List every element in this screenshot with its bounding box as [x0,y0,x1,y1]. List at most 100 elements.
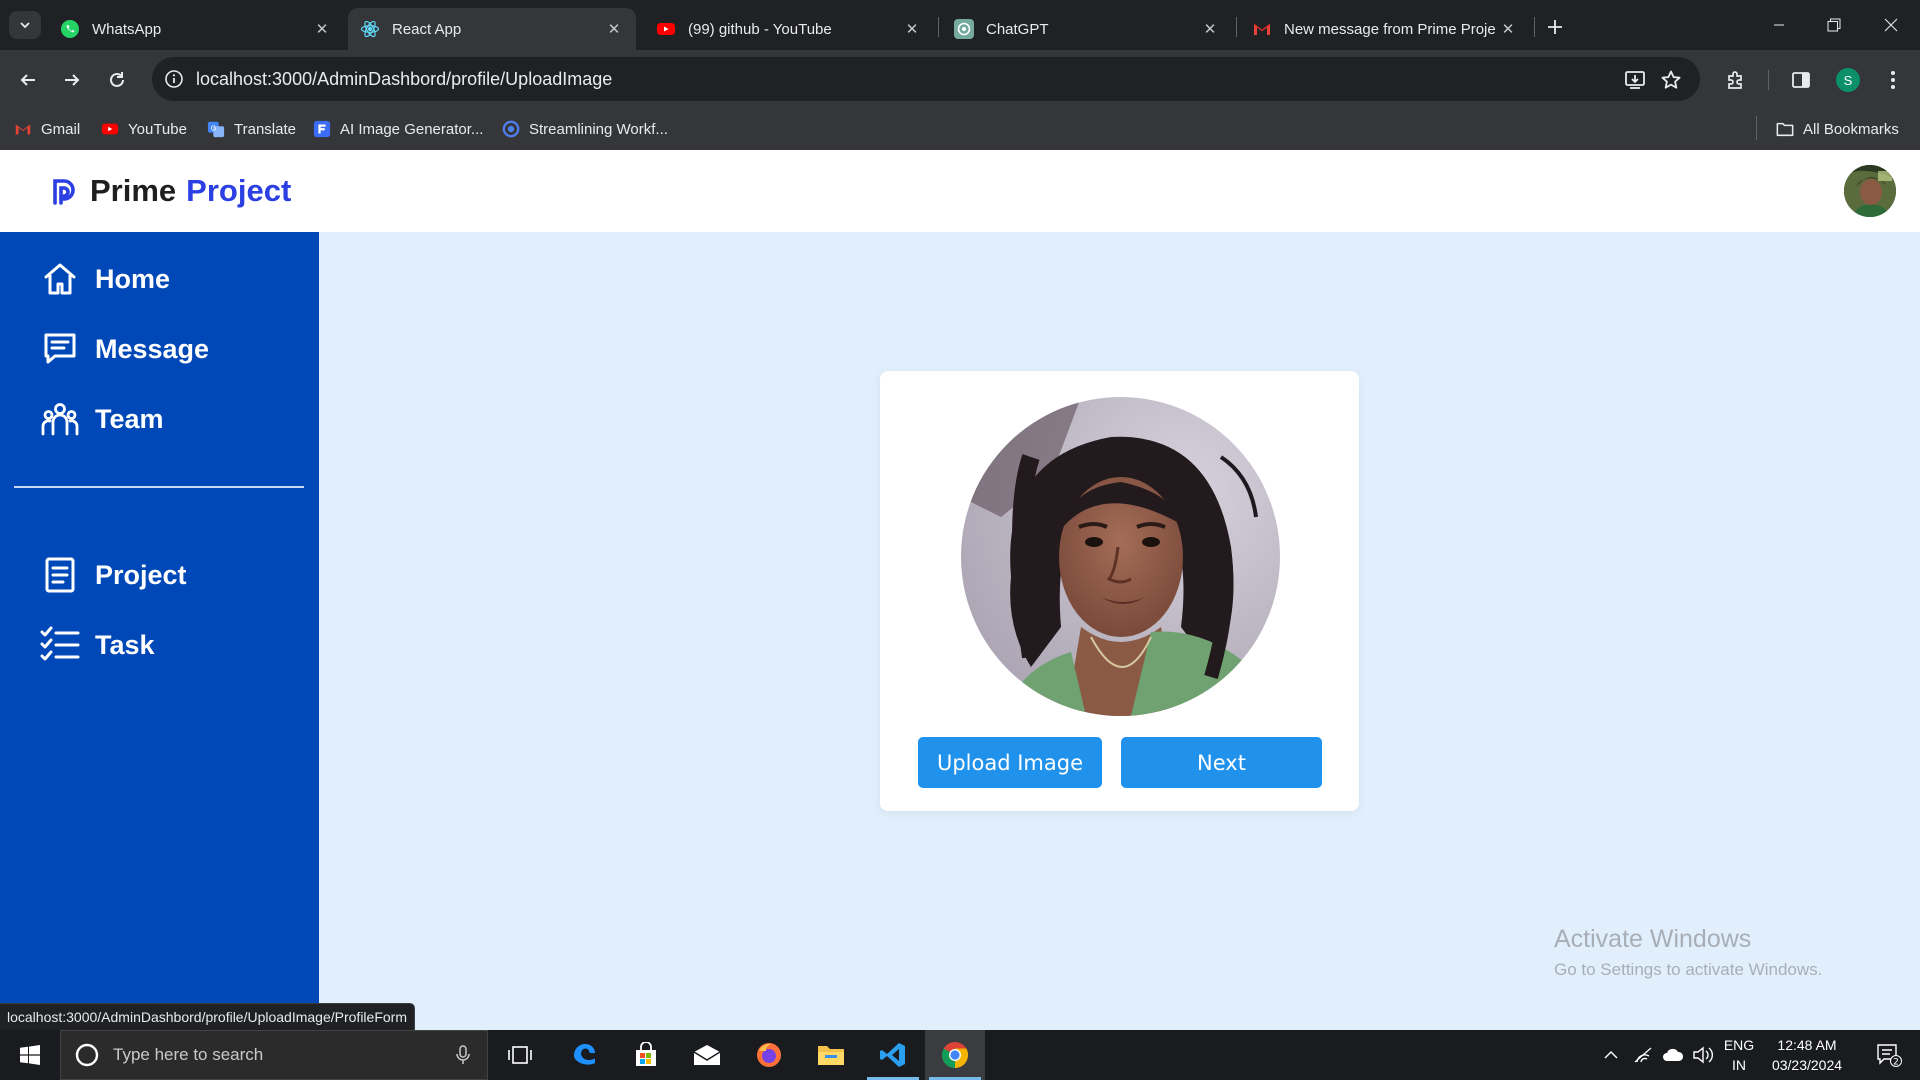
tab-search-button[interactable] [9,11,41,39]
sidebar-item-label: Home [95,263,171,294]
back-button[interactable] [13,65,43,95]
menu-button[interactable] [1879,66,1907,94]
address-bar[interactable]: localhost:3000/AdminDashbord/profile/Upl… [152,57,1700,101]
reload-button[interactable] [102,65,132,95]
close-icon[interactable]: ✕ [604,19,624,39]
forward-button[interactable] [57,65,87,95]
taskbar-mail[interactable] [677,1030,737,1080]
extensions-button[interactable] [1722,66,1750,94]
bookmark-ai-image-generator[interactable]: AI Image Generator... [313,118,483,140]
search-placeholder: Type here to search [113,1045,264,1064]
taskbar-chrome[interactable] [925,1030,985,1080]
user-avatar[interactable] [1844,165,1896,217]
browser-toolbar: localhost:3000/AdminDashbord/profile/Upl… [0,50,1920,108]
youtube-icon [101,120,119,138]
restore-button[interactable] [1805,0,1863,50]
chevron-down-icon [20,22,30,29]
tab-youtube[interactable]: (99) github - YouTube ✕ [644,8,934,50]
gmail-icon [1252,19,1272,39]
install-app-icon[interactable] [1622,67,1648,93]
streamlining-icon [502,120,520,138]
all-bookmarks-button[interactable]: All Bookmarks [1776,118,1899,140]
start-button[interactable] [0,1030,60,1080]
folder-icon [818,1046,844,1065]
microphone-icon[interactable] [451,1043,475,1067]
bookmark-label: All Bookmarks [1803,120,1899,138]
bookmark-label: Translate [234,120,296,138]
tab-separator [1236,17,1237,37]
volume-control[interactable] [1688,1030,1718,1080]
gmail-icon [14,120,32,138]
tab-separator [1534,17,1535,37]
show-hidden-icons-button[interactable] [1596,1030,1626,1080]
new-tab-button[interactable] [1541,13,1569,41]
tab-separator [938,17,939,37]
sidebar-item-label: Team [95,403,164,434]
close-icon[interactable]: ✕ [312,19,332,39]
plus-icon [1548,20,1562,34]
profile-button[interactable]: S [1834,66,1862,94]
bookmark-translate[interactable]: G Translate [207,118,296,140]
taskbar-firefox[interactable] [739,1030,799,1080]
close-icon[interactable]: ✕ [1498,19,1518,39]
chevron-up-icon [1604,1051,1618,1059]
tab-title: (99) github - YouTube [688,20,832,38]
watermark-subtitle: Go to Settings to activate Windows. [1554,960,1823,979]
user-photo [1844,165,1896,217]
speaker-icon [1693,1046,1713,1064]
app-header: Prime Project [0,150,1920,232]
sidebar-item-team[interactable]: Team [40,396,164,442]
onedrive-status[interactable] [1658,1030,1688,1080]
whatsapp-icon [60,19,80,39]
minimize-icon [1774,24,1784,26]
close-window-button[interactable] [1862,0,1920,50]
profile-photo [961,397,1280,716]
bookmarks-bar: Gmail YouTube G Translate AI Image Gener… [0,108,1920,150]
sidebar-item-task[interactable]: Task [40,622,155,668]
action-center-button[interactable]: 2 [1866,1030,1912,1080]
task-view-button[interactable] [490,1030,550,1080]
tab-title: WhatsApp [92,20,162,38]
team-icon [40,399,80,439]
taskbar-edge[interactable] [554,1030,614,1080]
taskbar-store[interactable] [616,1030,676,1080]
bookmark-label: AI Image Generator... [340,120,484,138]
bookmark-streamlining[interactable]: Streamlining Workf... [502,118,668,140]
sidebar-item-label: Project [95,559,187,590]
sidebar-item-message[interactable]: Message [40,326,209,372]
tab-chatgpt[interactable]: ChatGPT ✕ [942,8,1232,50]
bookmark-youtube[interactable]: YouTube [101,118,187,140]
url-text[interactable]: localhost:3000/AdminDashbord/profile/Upl… [196,69,612,90]
brand-logo[interactable]: Prime Project [48,170,291,212]
side-panel-button[interactable] [1787,66,1815,94]
link-status-bubble: localhost:3000/AdminDashbord/profile/Upl… [0,1003,415,1030]
taskbar-file-explorer[interactable] [801,1030,861,1080]
windows-taskbar: Type here to search ENG IN 12:48 AM 03/2… [0,1030,1920,1080]
close-icon[interactable]: ✕ [902,19,922,39]
sidebar-divider [14,486,304,488]
system-clock[interactable]: 12:48 AM 03/23/2024 [1762,1035,1852,1075]
tab-title: ChatGPT [986,20,1049,38]
site-info-icon[interactable] [162,67,186,91]
task-view-icon [508,1046,532,1064]
tab-whatsapp[interactable]: WhatsApp ✕ [48,8,344,50]
tab-react-app[interactable]: React App ✕ [348,8,636,50]
close-icon [1884,18,1898,32]
next-button[interactable]: Next [1121,737,1322,788]
input-language[interactable]: ENG IN [1720,1035,1758,1075]
taskbar-vscode[interactable] [863,1030,923,1080]
chrome-icon [941,1042,969,1069]
sidebar-item-home[interactable]: Home [40,256,170,302]
vscode-icon [880,1043,905,1067]
bookmark-gmail[interactable]: Gmail [14,118,80,140]
close-icon[interactable]: ✕ [1200,19,1220,39]
upload-image-button[interactable]: Upload Image [918,737,1102,788]
minimize-button[interactable] [1750,0,1808,50]
tab-gmail[interactable]: New message from Prime Proje ✕ [1240,8,1530,50]
bookmark-label: Streamlining Workf... [529,120,668,138]
wifi-icon [1634,1047,1652,1063]
sidebar-item-project[interactable]: Project [40,552,187,598]
taskbar-search-box[interactable]: Type here to search [60,1030,488,1080]
network-status[interactable] [1628,1030,1658,1080]
bookmark-star-icon[interactable] [1658,67,1684,93]
